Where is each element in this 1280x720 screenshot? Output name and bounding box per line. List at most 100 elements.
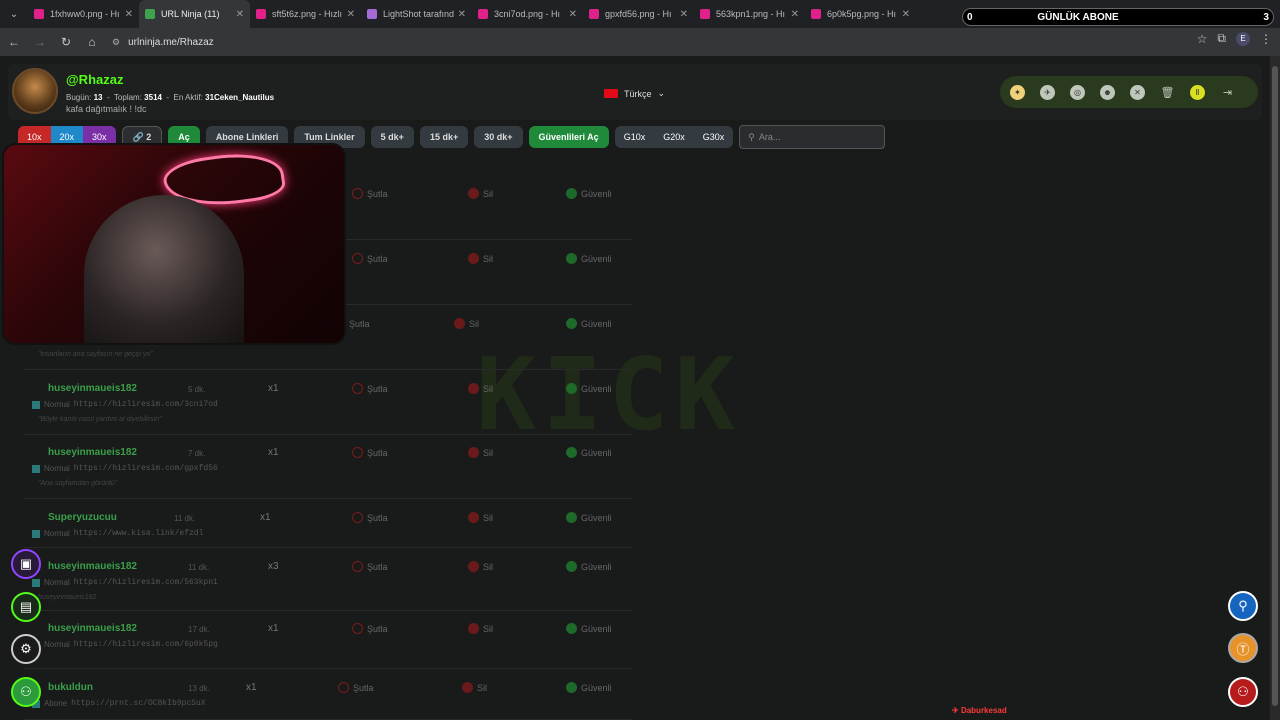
delete-button[interactable]: Sil bbox=[468, 623, 493, 634]
safe-button[interactable]: Güvenli bbox=[566, 682, 612, 693]
row-username[interactable]: bukuldun bbox=[48, 682, 93, 693]
row-link[interactable]: Normal https://hizliresim.com/gpxfd56 bbox=[32, 464, 218, 473]
row-username[interactable]: huseyinmaueis182 bbox=[48, 383, 137, 394]
g20x-button[interactable]: G20x bbox=[654, 126, 694, 148]
delete-button[interactable]: Sil bbox=[468, 512, 493, 523]
skip-button[interactable]: Şutla bbox=[352, 561, 388, 572]
open-safe-button[interactable]: Güvenlileri Aç bbox=[528, 126, 609, 148]
tab-close-icon[interactable]: ✕ bbox=[236, 9, 244, 20]
row-link[interactable]: Normal https://hizliresim.com/3cni7od bbox=[32, 400, 218, 409]
kick-button[interactable]: ▤ bbox=[11, 592, 41, 622]
url-text: urlninja.me/Rhazaz bbox=[128, 36, 214, 48]
trash-icon[interactable]: 🗑 bbox=[1160, 85, 1175, 100]
skip-icon bbox=[352, 623, 363, 634]
browser-tab[interactable]: 6p0k5pg.png - Hı ✕ bbox=[805, 0, 916, 28]
delete-button[interactable]: Sil bbox=[468, 447, 493, 458]
delete-button[interactable]: Sil bbox=[468, 383, 493, 394]
safe-button[interactable]: Güvenli bbox=[566, 318, 612, 329]
language-selector[interactable]: Türkçe ⌄ bbox=[604, 88, 665, 99]
twitter-icon[interactable]: ✈ bbox=[1040, 84, 1055, 100]
delete-button[interactable]: Sil bbox=[468, 188, 493, 199]
tab-close-icon[interactable]: ✕ bbox=[125, 9, 133, 20]
safe-button[interactable]: Güvenli bbox=[566, 623, 612, 634]
browser-tab[interactable]: LightShot tarafınd ✕ bbox=[361, 0, 472, 28]
reload-icon[interactable]: ↻ bbox=[54, 30, 78, 54]
kick-coin-icon[interactable]: ✦ bbox=[1010, 84, 1025, 100]
delete-button[interactable]: Sil bbox=[462, 682, 487, 693]
safe-button[interactable]: Güvenli bbox=[566, 188, 612, 199]
settings-button[interactable]: ⚙ bbox=[11, 634, 41, 664]
search-input[interactable]: ⚲ Ara... bbox=[739, 125, 886, 149]
filter-5min-button[interactable]: 5 dk+ bbox=[370, 126, 414, 148]
row-url: https://hizliresim.com/6p0k5pg bbox=[73, 640, 218, 649]
skip-button[interactable]: Şutla bbox=[352, 623, 388, 634]
row-link[interactable]: Normal https://www.kisa.link/efzdl bbox=[32, 529, 203, 538]
filter-15min-button[interactable]: 15 dk+ bbox=[419, 126, 469, 148]
language-label: Türkçe bbox=[624, 88, 652, 99]
block-user-fab[interactable]: ⚇ bbox=[1228, 677, 1258, 707]
instagram-icon[interactable]: ◎ bbox=[1070, 84, 1085, 100]
safe-button[interactable]: Güvenli bbox=[566, 383, 612, 394]
delete-button[interactable]: Sil bbox=[454, 318, 479, 329]
skip-button[interactable]: Şutla bbox=[338, 682, 374, 693]
skip-button[interactable]: Şutla bbox=[352, 188, 388, 199]
row-link[interactable]: Abone https://prnt.sc/OC8kIb9pcSuX bbox=[32, 699, 206, 708]
site-info-icon[interactable]: ⚙ bbox=[112, 37, 120, 48]
delete-icon bbox=[468, 623, 479, 634]
tab-close-icon[interactable]: ✕ bbox=[902, 9, 910, 20]
forward-icon[interactable]: → bbox=[28, 30, 52, 54]
safe-label: Güvenli bbox=[581, 447, 612, 458]
tab-close-icon[interactable]: ✕ bbox=[791, 9, 799, 20]
discord-icon[interactable]: ☻ bbox=[1100, 84, 1115, 100]
row-username[interactable]: huseyinmaueis182 bbox=[48, 623, 137, 634]
row-username[interactable]: huseyinmaueis182 bbox=[48, 447, 137, 458]
tab-close-icon[interactable]: ✕ bbox=[458, 9, 466, 20]
browser-tab[interactable]: gpxfd56.png - Hı ✕ bbox=[583, 0, 694, 28]
tab-close-icon[interactable]: ✕ bbox=[680, 9, 688, 20]
browser-tab[interactable]: sft5t6z.png - Hızlı ✕ bbox=[250, 0, 361, 28]
skip-button[interactable]: Şutla bbox=[352, 383, 388, 394]
browser-tab[interactable]: 3cni7od.png - Hı ✕ bbox=[472, 0, 583, 28]
twitch-button[interactable]: ▣ bbox=[11, 549, 41, 579]
skip-button[interactable]: Şutla bbox=[352, 512, 388, 523]
menu-dots-icon[interactable]: ⋮ bbox=[1260, 32, 1272, 46]
safe-button[interactable]: Güvenli bbox=[566, 561, 612, 572]
browser-tab[interactable]: 563kpn1.png - Hı ✕ bbox=[694, 0, 805, 28]
filter-30min-button[interactable]: 30 dk+ bbox=[474, 126, 523, 148]
safe-button[interactable]: Güvenli bbox=[566, 447, 612, 458]
profile-avatar[interactable]: E bbox=[1236, 31, 1250, 46]
username[interactable]: @Rhazaz bbox=[66, 72, 123, 87]
add-user-button[interactable]: ⚇ bbox=[11, 677, 41, 707]
row-link[interactable]: Normal https://hizliresim.com/6p0k5pg bbox=[32, 640, 218, 649]
delete-button[interactable]: Sil bbox=[468, 561, 493, 572]
url-field[interactable]: ⚙ urlninja.me/Rhazaz bbox=[112, 31, 214, 53]
skip-button[interactable]: Şutla bbox=[352, 253, 388, 264]
safe-button[interactable]: Güvenli bbox=[566, 253, 612, 264]
tab-close-icon[interactable]: ✕ bbox=[347, 9, 355, 20]
logout-icon[interactable]: ⇥ bbox=[1220, 85, 1235, 100]
scrollbar[interactable] bbox=[1270, 56, 1280, 720]
delete-button[interactable]: Sil bbox=[468, 253, 493, 264]
tab-close-icon[interactable]: ✕ bbox=[569, 9, 577, 20]
extensions-icon[interactable]: ⧉ bbox=[1217, 31, 1226, 46]
tab-search-menu[interactable]: ⌄ bbox=[0, 0, 28, 28]
g30x-button[interactable]: G30x bbox=[694, 126, 734, 148]
browser-tab[interactable]: URL Ninja (11) ✕ bbox=[139, 0, 250, 28]
g10x-button[interactable]: G10x bbox=[615, 126, 655, 148]
row-link[interactable]: Normal https://hizliresim.com/563kpn1 bbox=[32, 578, 218, 587]
row-username[interactable]: Superyuzucuu bbox=[48, 512, 117, 523]
safe-button[interactable]: Güvenli bbox=[566, 512, 612, 523]
steam-icon[interactable]: ✕ bbox=[1130, 84, 1145, 100]
skip-button[interactable]: Şutla bbox=[352, 447, 388, 458]
pause-icon[interactable]: Ⅱ bbox=[1190, 84, 1205, 100]
most-active-label: En Aktif: bbox=[173, 93, 203, 102]
search-fab[interactable]: ⚲ bbox=[1228, 591, 1258, 621]
back-icon[interactable]: ← bbox=[2, 30, 26, 54]
home-icon[interactable]: ⌂ bbox=[80, 30, 104, 54]
row-username[interactable]: huseyinmaueis182 bbox=[48, 561, 137, 572]
pin-fab[interactable]: Ⓣ bbox=[1228, 633, 1258, 663]
browser-tab[interactable]: 1fxhww0.png - Hı ✕ bbox=[28, 0, 139, 28]
add-user-icon: ⚇ bbox=[20, 684, 32, 699]
scrollbar-thumb[interactable] bbox=[1272, 66, 1278, 706]
bookmark-star-icon[interactable]: ☆ bbox=[1197, 32, 1208, 46]
